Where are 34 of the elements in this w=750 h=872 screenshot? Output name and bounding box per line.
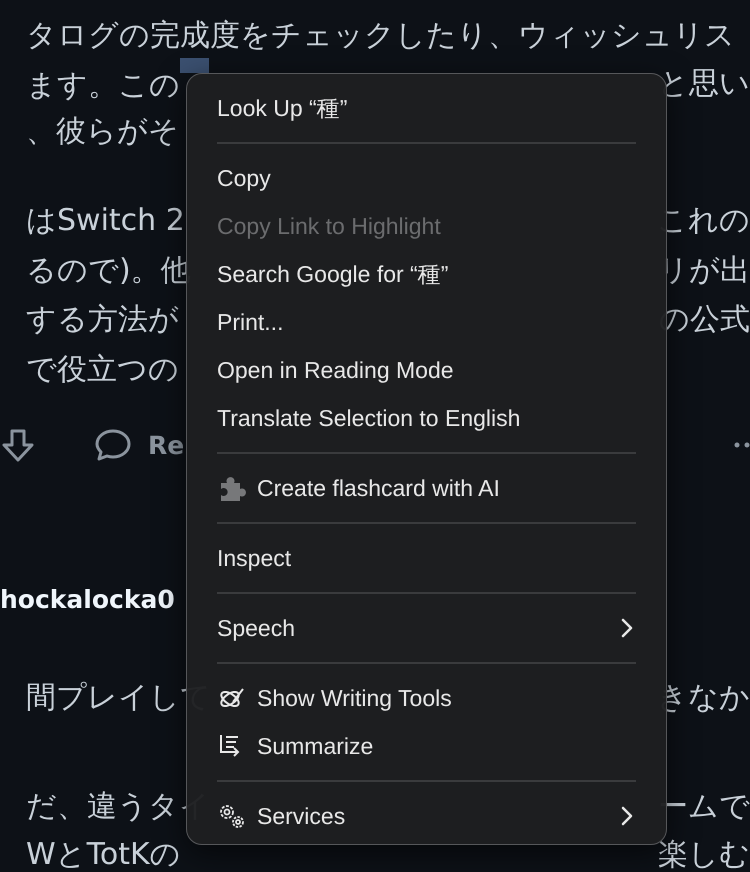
menu-item[interactable]: Summarize xyxy=(217,722,636,770)
menu-item[interactable]: Search Google for “種” xyxy=(217,250,636,298)
downvote-icon[interactable] xyxy=(0,427,36,464)
menu-item[interactable]: Services xyxy=(217,792,636,840)
chevron-right-icon xyxy=(620,805,634,827)
text-fragment: 、彼らがそ xyxy=(26,114,179,148)
menu-item[interactable]: Look Up “種” xyxy=(217,84,636,132)
menu-item[interactable]: Speech xyxy=(217,604,636,652)
text-fragment: ます。この xyxy=(26,68,180,103)
text-fragment: だ、違うタイ xyxy=(26,788,210,824)
menu-item[interactable]: Open in Reading Mode xyxy=(217,346,636,394)
comment-icon[interactable] xyxy=(94,427,132,464)
text-fragment: タログの完成度をチェックしたり、ウィッシュリス xyxy=(26,18,735,52)
text-fragment: の公式 xyxy=(659,301,750,340)
text-fragment: で役立つの xyxy=(26,352,179,388)
menu-item[interactable]: Create flashcard with AI xyxy=(217,464,636,512)
text-fragment: 楽しむ xyxy=(658,836,750,872)
author-name: hockalocka0 xyxy=(0,584,176,616)
text-fragment: と思い xyxy=(658,64,750,102)
menu-item[interactable]: Print... xyxy=(217,298,636,346)
text-fragment: ームで xyxy=(658,788,750,826)
reply-button[interactable]: Re xyxy=(148,426,184,464)
text-fragment: する方法が xyxy=(26,302,179,338)
text-fragment: きなか xyxy=(657,678,750,717)
text-fragment: はSwitch 2 xyxy=(26,203,185,238)
more-icon[interactable] xyxy=(734,442,750,448)
text-fragment: 間プレイして xyxy=(26,680,211,715)
menu-item[interactable]: Show Writing Tools xyxy=(217,674,636,722)
menu-item[interactable]: Inspect xyxy=(217,534,636,582)
menu-item[interactable]: Translate Selection to English xyxy=(217,394,636,442)
gears-icon xyxy=(217,802,247,830)
menu-item[interactable]: Copy xyxy=(217,154,636,202)
chevron-right-icon xyxy=(620,617,634,639)
text-fragment: WとTotKの xyxy=(26,836,181,872)
